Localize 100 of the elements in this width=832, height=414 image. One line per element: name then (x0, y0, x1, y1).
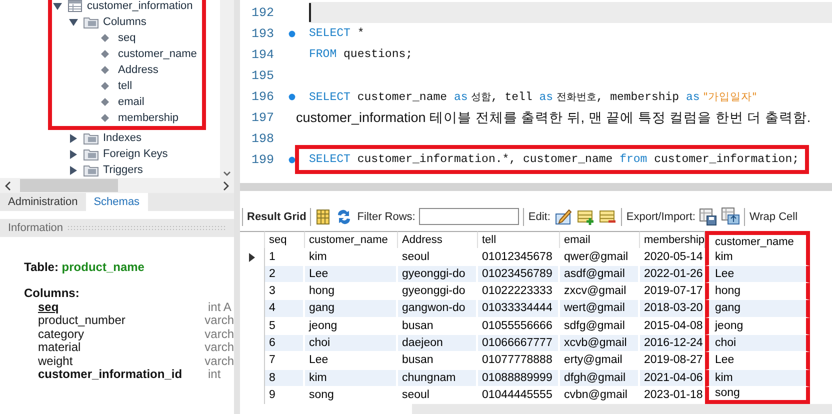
result-grid-label[interactable]: Result Grid (247, 210, 306, 223)
vertical-scrollbar[interactable] (220, 0, 234, 178)
import-icon[interactable] (721, 207, 740, 226)
collapsed-arrow-icon[interactable] (68, 132, 79, 144)
column-name[interactable]: membership (118, 112, 179, 124)
panel-title: Information (8, 222, 64, 234)
table-cell: 2 (265, 266, 305, 284)
table-cell: hong (305, 283, 398, 300)
table-cell: 01088889999 (478, 370, 560, 387)
edit-pencil-icon[interactable] (554, 207, 574, 226)
table-cell: chungnam (398, 370, 478, 387)
scroll-down-icon[interactable] (221, 170, 233, 178)
column-name[interactable]: seq (118, 32, 136, 44)
column-name[interactable]: email (118, 96, 144, 108)
line-number: 193 (250, 26, 274, 40)
table-cell: 2021-04-06 (640, 370, 705, 387)
column-header[interactable]: customer_name (305, 231, 398, 250)
column-name[interactable]: tell (118, 80, 132, 92)
edit-label: Edit: (528, 210, 550, 223)
table-cell: kim (705, 370, 810, 387)
table-cell: 01033334444 (478, 300, 560, 318)
table-cell: 2018-03-20 (640, 300, 705, 318)
expanded-arrow-icon[interactable] (68, 16, 79, 28)
table-cell: 8 (265, 370, 305, 387)
table-cell: gyeonggi-do (398, 266, 478, 284)
table-cell: jeong (705, 318, 810, 335)
line-number: 195 (250, 68, 274, 82)
table-cell: daejeon (398, 334, 478, 352)
column-name: customer_information_id (38, 367, 184, 382)
folder-name[interactable]: Foreign Keys (103, 148, 168, 160)
table-cell: 01066667777 (478, 334, 560, 352)
table-cell: song (705, 386, 810, 404)
table-cell: 01023456789 (478, 266, 560, 284)
table-cell: 2016-12-24 (640, 334, 705, 352)
folder-name[interactable]: Columns (103, 16, 146, 28)
table-cell: gang (305, 300, 398, 318)
sidebar-tab[interactable]: Administration (0, 193, 86, 211)
table-cell: 4 (265, 300, 305, 318)
table-cell: 2019-07-17 (640, 283, 705, 300)
folder-name[interactable]: Triggers (103, 164, 143, 176)
comment-text: customer_information 테이블 전체를 출력한 뒤, 맨 끝에 특정 컬럼을 한번 더 출력함. (296, 108, 811, 126)
code-line: SELECT customer_information.*, customer_name from customer_information; (309, 153, 800, 166)
table-name[interactable]: customer_information (87, 0, 193, 12)
table-cell: Lee (705, 266, 810, 284)
line-number: 199 (250, 152, 274, 166)
column-header[interactable]: email (560, 231, 640, 250)
line-number: 196 (250, 90, 274, 104)
column-header[interactable]: seq (265, 231, 305, 250)
table-cell: gyeonggi-do (398, 283, 478, 300)
table-cell: 6 (265, 334, 305, 352)
save-icon[interactable] (699, 208, 718, 226)
table-cell: xcvb@gmail (560, 334, 640, 352)
scroll-left-icon[interactable] (4, 180, 12, 190)
column-name: category (38, 326, 86, 341)
expanded-arrow-icon[interactable] (52, 0, 63, 12)
horizontal-scrollbar[interactable] (240, 182, 832, 192)
scroll-right-icon[interactable] (222, 180, 230, 190)
column-type: int A (208, 300, 232, 314)
code-line: SELECT * (309, 27, 364, 40)
line-number: 194 (250, 48, 274, 62)
code-line: SELECT customer_name as 성함, tell as 전화번호, membership as "가입일자" (309, 90, 757, 104)
column-name: seq (38, 300, 60, 314)
table-cell: kim (705, 248, 810, 266)
line-number: 197 (250, 110, 274, 124)
table-label: Table: (24, 260, 58, 274)
table-cell: hong (705, 283, 810, 300)
table-name: product_name (62, 260, 144, 274)
line-number: 192 (250, 6, 274, 20)
folder-name[interactable]: Indexes (103, 132, 142, 144)
table-cell: 2022-01-26 (640, 266, 705, 284)
column-name[interactable]: Address (118, 64, 158, 76)
code-line: FROM questions; (309, 48, 413, 61)
table-cell: 01022223333 (478, 283, 560, 300)
column-type: varch (204, 354, 234, 368)
filter-label: Filter Rows: (357, 210, 416, 223)
sidebar-tab[interactable]: Schemas (86, 193, 148, 211)
column-name: product_number (38, 313, 126, 328)
export-label: Export/Import: (626, 210, 696, 223)
column-type: varch (204, 326, 234, 341)
table-cell: dfgh@gmail (560, 370, 640, 387)
table-cell: Lee (305, 266, 398, 284)
grid-columns-icon[interactable] (315, 208, 332, 225)
add-row-icon[interactable] (577, 208, 596, 226)
column-name[interactable]: customer_name (118, 48, 197, 60)
table-cell: 3 (265, 283, 305, 300)
column-type: int (208, 367, 221, 382)
column-header[interactable]: Address (398, 231, 478, 250)
filter-field[interactable] (419, 208, 520, 226)
wrap-label[interactable]: Wrap Cell (749, 210, 798, 223)
column-header[interactable]: tell (478, 231, 560, 250)
table-cell: choi (305, 334, 398, 352)
line-number: 198 (250, 132, 274, 146)
horizontal-scrollbar[interactable] (0, 178, 234, 193)
collapsed-arrow-icon[interactable] (68, 148, 79, 160)
collapsed-arrow-icon[interactable] (68, 164, 79, 176)
table-cell: kim (305, 370, 398, 387)
table-cell: gangwon-do (398, 300, 478, 318)
column-name: weight (38, 354, 74, 368)
column-header[interactable]: membership (640, 231, 705, 250)
column-header[interactable]: customer_name (705, 231, 810, 250)
